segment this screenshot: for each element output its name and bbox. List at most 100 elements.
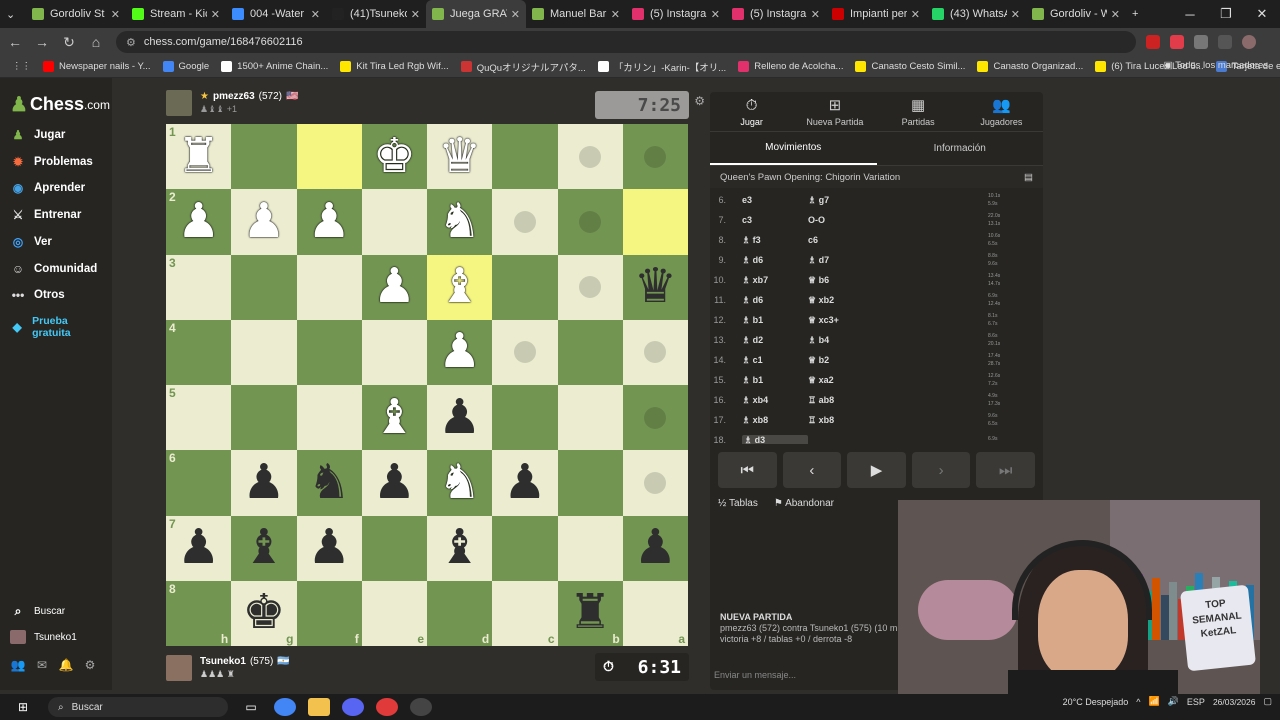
opening-book-icon[interactable]: ▤: [1024, 172, 1033, 183]
tab-close-icon[interactable]: ✕: [511, 8, 520, 21]
board-square[interactable]: f: [296, 580, 362, 646]
board-square[interactable]: ♞: [427, 450, 493, 516]
board-square[interactable]: [492, 254, 558, 320]
black-move[interactable]: ♖ ab8: [808, 395, 988, 406]
browser-tab[interactable]: Stream - Kick ✕: [126, 0, 226, 28]
board-square[interactable]: [361, 319, 427, 385]
black-move[interactable]: ♖ xb8: [808, 415, 988, 426]
black-move[interactable]: ♕ b6: [808, 275, 988, 286]
browser-tab[interactable]: Gordoliv St ✕: [26, 0, 126, 28]
wifi-icon[interactable]: 📶: [1148, 696, 1159, 707]
chess-board[interactable]: 1 ♜ ♚ ♛ 2 ♟ ♟ ♟ ♞ 3 ♟ ♝ ♛ 4 ♟ 5 ♝ ♟ 6 ♟ ♞ ♟ ♞ ♟ 7 ♟ ♝ ♟ ♝ ♟ 8 h g ♚ f e d c b ♜…: [166, 124, 688, 646]
draw-button[interactable]: ½ Tablas: [718, 498, 758, 509]
board-square[interactable]: 3: [166, 254, 232, 320]
board-square[interactable]: ♟: [492, 450, 558, 516]
legal-move-dot[interactable]: [513, 341, 536, 364]
board-square[interactable]: [231, 385, 297, 451]
sidebar-item-problemas[interactable]: ✹ Problemas: [10, 155, 93, 169]
black-move[interactable]: ♕ xc3+: [808, 315, 988, 326]
black-move[interactable]: ♕ b2: [808, 355, 988, 366]
white-move[interactable]: ♗ c1: [742, 355, 808, 366]
black-rook-icon[interactable]: ♜: [569, 589, 612, 637]
volume-icon[interactable]: 🔊: [1168, 696, 1179, 707]
new-tab-icon[interactable]: +: [1126, 0, 1152, 28]
extension-icon[interactable]: [1146, 35, 1160, 49]
home-icon[interactable]: ⌂: [84, 34, 108, 50]
board-square[interactable]: [622, 385, 688, 451]
white-move[interactable]: ♗ f3: [742, 235, 808, 246]
legal-move-dot[interactable]: [579, 145, 602, 168]
previous-move-button[interactable]: ‹: [782, 452, 842, 488]
bookmark-item[interactable]: 1500+ Anime Chain...: [221, 61, 328, 72]
browser-tab[interactable]: Gordoliv - Wa ✕: [1026, 0, 1126, 28]
board-square[interactable]: a: [622, 580, 688, 646]
white-pawn-icon[interactable]: ♟: [438, 328, 481, 376]
board-square[interactable]: 1 ♜: [166, 124, 232, 190]
black-knight-icon[interactable]: ♞: [308, 458, 351, 507]
board-square[interactable]: b ♜: [557, 580, 623, 646]
board-square[interactable]: ♞: [296, 450, 362, 516]
white-pawn-icon[interactable]: ♟: [177, 197, 220, 246]
black-pawn-icon[interactable]: ♟: [503, 458, 546, 507]
maximize-icon[interactable]: ❐: [1208, 0, 1244, 28]
legal-move-dot[interactable]: [644, 406, 667, 429]
messages-icon[interactable]: ✉: [34, 658, 50, 672]
board-square[interactable]: ♟: [231, 450, 297, 516]
black-queen-icon[interactable]: ♛: [634, 263, 677, 311]
url-field[interactable]: ⚙ chess.com/game/168476602116: [116, 31, 1136, 53]
clock-area[interactable]: 26/03/2026: [1213, 697, 1256, 707]
board-square[interactable]: [622, 189, 688, 255]
bookmark-item[interactable]: Canasto Organizad...: [977, 61, 1083, 72]
tab-close-icon[interactable]: ✕: [711, 8, 720, 21]
sidebar-item-comunidad[interactable]: ☺ Comunidad: [10, 262, 97, 276]
tab-close-icon[interactable]: ✕: [611, 8, 620, 21]
board-square[interactable]: [231, 254, 297, 320]
black-move[interactable]: c6: [808, 235, 988, 245]
black-move[interactable]: O-O: [808, 215, 988, 225]
minimize-icon[interactable]: ─: [1172, 0, 1208, 28]
board-square[interactable]: [557, 385, 623, 451]
board-square[interactable]: ♚: [361, 124, 427, 190]
board-square[interactable]: [492, 515, 558, 581]
panel-subtab[interactable]: Movimientos: [710, 132, 877, 165]
legal-move-dot[interactable]: [644, 145, 667, 168]
board-square[interactable]: [296, 319, 362, 385]
sidebar-item-aprender[interactable]: ◉ Aprender: [10, 181, 85, 195]
board-square[interactable]: ♞: [427, 189, 493, 255]
user-link[interactable]: Tsuneko1: [10, 630, 77, 644]
forward-icon[interactable]: →: [30, 34, 54, 50]
white-move[interactable]: ♗ d3: [742, 434, 808, 444]
white-pawn-icon[interactable]: ♟: [308, 197, 351, 246]
bookmark-item[interactable]: QuQuオリジナルアパタ...: [460, 60, 586, 74]
legal-move-dot[interactable]: [579, 276, 602, 299]
board-square[interactable]: [231, 319, 297, 385]
settings-gear-icon[interactable]: ⚙: [82, 658, 98, 672]
black-move[interactable]: ♗ g7: [808, 195, 988, 206]
white-move[interactable]: ♗ b1: [742, 375, 808, 386]
black-king-icon[interactable]: ♚: [242, 589, 285, 637]
chess-logo[interactable]: ♟ Chess .com: [10, 92, 110, 117]
black-move[interactable]: ♗ d7: [808, 255, 988, 266]
sidebar-item-ver[interactable]: ◎ Ver: [10, 235, 52, 249]
white-pawn-icon[interactable]: ♟: [242, 197, 285, 246]
board-square[interactable]: [557, 319, 623, 385]
black-pawn-icon[interactable]: ♟: [634, 524, 677, 572]
black-pawn-icon[interactable]: ♟: [242, 458, 285, 507]
board-square[interactable]: ♟: [296, 515, 362, 581]
board-square[interactable]: [492, 385, 558, 451]
browser-tab[interactable]: 004 -Water 7 ✕: [226, 0, 326, 28]
white-rook-icon[interactable]: ♜: [177, 132, 220, 181]
white-move[interactable]: c3: [742, 215, 808, 225]
board-square[interactable]: [557, 254, 623, 320]
browser-tab[interactable]: Juega GRATIS ✕: [426, 0, 526, 28]
legal-move-dot[interactable]: [579, 210, 602, 233]
profile-avatar[interactable]: [1242, 35, 1256, 49]
chrome-icon[interactable]: [274, 698, 296, 716]
top-player-name[interactable]: pmezz63: [213, 91, 255, 102]
bookmark-item[interactable]: 「カリン」-Karin-【オリ...: [597, 60, 726, 74]
board-square[interactable]: 8h: [166, 580, 232, 646]
board-square[interactable]: ♝: [427, 515, 493, 581]
panel-subtab[interactable]: Información: [877, 132, 1044, 165]
notifications-icon[interactable]: 🔔: [58, 658, 74, 672]
white-bishop-icon[interactable]: ♝: [438, 263, 481, 311]
